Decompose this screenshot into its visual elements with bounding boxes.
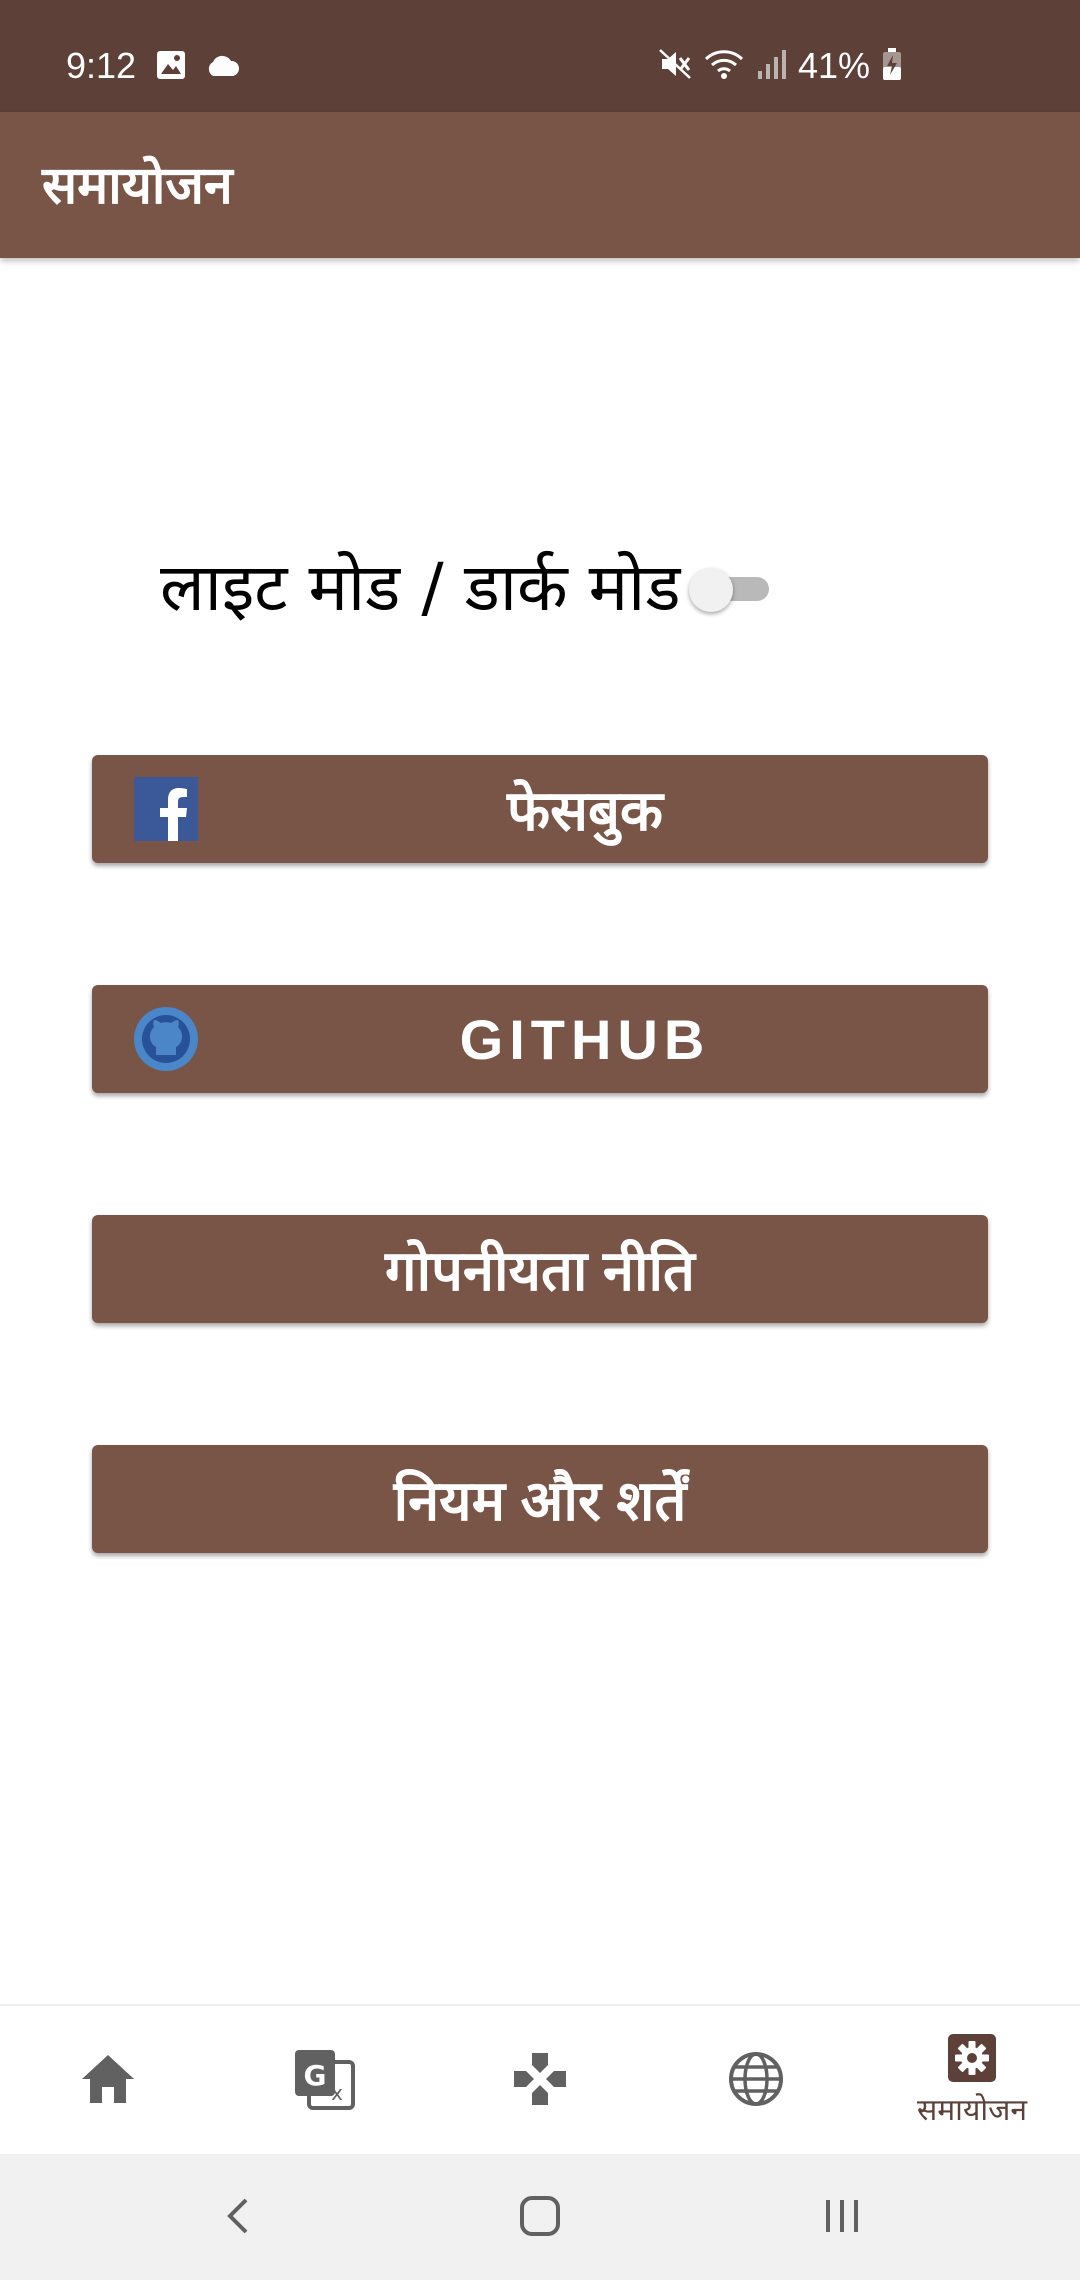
status-right: 41% xyxy=(658,44,902,88)
github-button[interactable]: GITHUB xyxy=(92,985,988,1093)
facebook-button-label: फेसबुक xyxy=(506,779,664,842)
status-time: 9:12 xyxy=(66,45,137,86)
home-icon xyxy=(79,2052,137,2110)
page-title: समायोजन xyxy=(42,156,233,216)
bottom-nav: Gx समायोजन xyxy=(0,2004,1080,2156)
nav-home[interactable] xyxy=(0,2006,216,2156)
terms-button[interactable]: नियम और शर्तें xyxy=(92,1445,988,1553)
theme-mode-label: लाइट मोड / डार्क मोड xyxy=(160,549,681,626)
wifi-icon xyxy=(704,47,744,85)
nav-game[interactable] xyxy=(432,2006,648,2156)
battery-charging-icon xyxy=(882,47,902,85)
signal-icon xyxy=(756,47,786,85)
status-bar: 9:12 41% xyxy=(0,0,1080,112)
recents-icon[interactable] xyxy=(812,2186,872,2246)
battery-percent: 41% xyxy=(797,45,870,86)
app-bar: समायोजन xyxy=(0,112,1080,258)
globe-icon xyxy=(727,2050,785,2112)
dark-mode-toggle[interactable] xyxy=(688,558,771,618)
image-icon xyxy=(156,50,186,84)
terms-label: नियम और शर्तें xyxy=(393,1469,687,1532)
mute-icon xyxy=(658,47,692,85)
nav-settings-label: समायोजन xyxy=(916,2093,1028,2128)
cloud-icon xyxy=(204,52,240,82)
translate-icon: Gx xyxy=(293,2048,355,2114)
settings-icon xyxy=(947,2033,997,2087)
privacy-policy-button[interactable]: गोपनीयता नीति xyxy=(92,1215,988,1323)
theme-mode-row: लाइट मोड / डार्क मोड xyxy=(160,548,920,628)
privacy-policy-label: गोपनीयता नीति xyxy=(385,1239,695,1302)
toggle-thumb xyxy=(688,568,733,612)
facebook-button[interactable]: फेसबुक xyxy=(92,755,988,863)
nav-settings[interactable]: समायोजन xyxy=(864,2006,1080,2156)
system-nav-bar xyxy=(0,2154,1080,2280)
status-left-icons xyxy=(156,50,240,84)
nav-globe[interactable] xyxy=(648,2006,864,2156)
svg-text:G: G xyxy=(304,2059,327,2092)
github-button-label: GITHUB xyxy=(459,1007,711,1071)
game-icon xyxy=(511,2050,569,2112)
svg-text:x: x xyxy=(331,2081,343,2105)
home-button-icon[interactable] xyxy=(510,2186,570,2246)
back-icon[interactable] xyxy=(208,2186,268,2246)
nav-translate[interactable]: Gx xyxy=(216,2006,432,2156)
